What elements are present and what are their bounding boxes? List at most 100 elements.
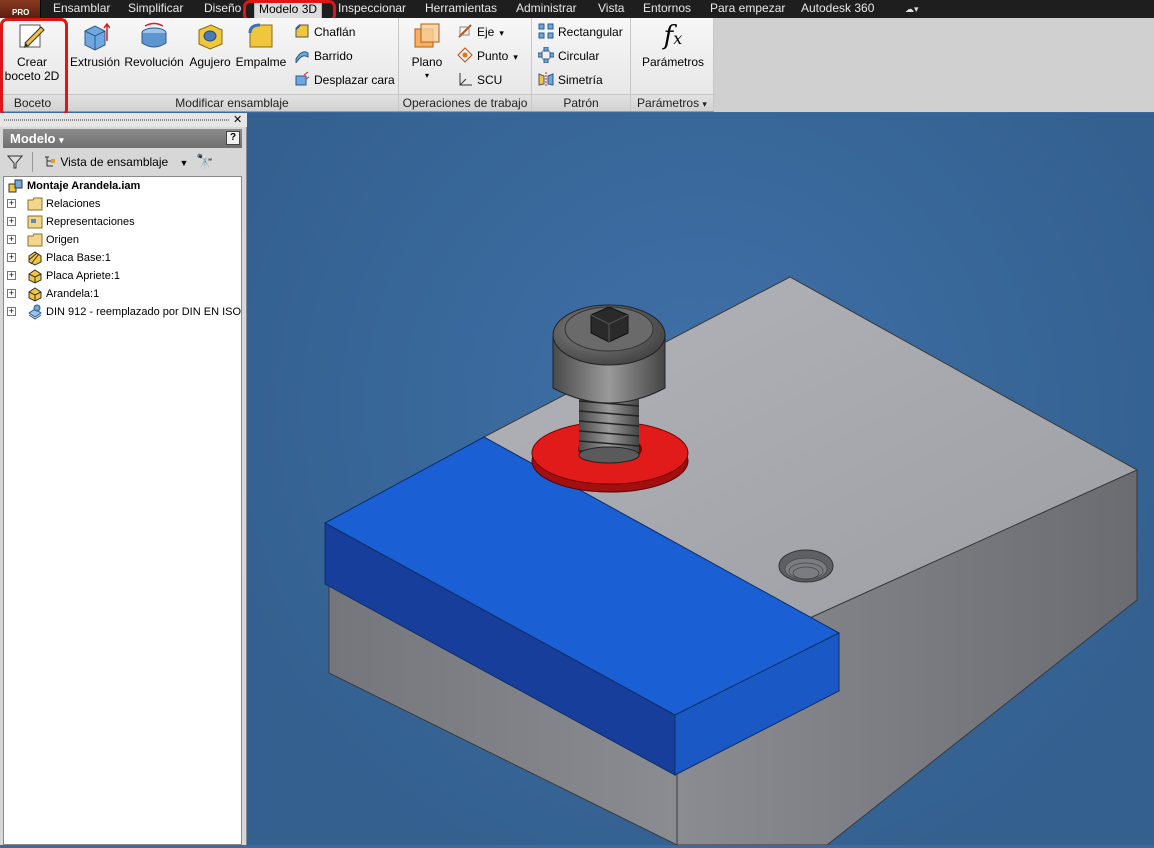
binoculars-find-icon[interactable]: 🔭 [196,153,213,170]
close-icon[interactable]: ✕ [233,113,242,127]
tab-herramientas[interactable]: Herramientas [425,0,497,18]
extrusion-button[interactable]: Extrusión [69,21,121,69]
scu-button[interactable]: SCU [457,71,502,89]
rectangular-label: Rectangular [558,25,623,39]
work-plane-icon [414,23,440,48]
expand-icon[interactable]: + [7,253,16,262]
barrido-button[interactable]: Barrido [294,47,353,65]
view-selector-label: Vista de ensamblaje [60,155,169,169]
punto-button[interactable]: Punto ▾ [457,47,518,65]
circular-pattern-icon [538,47,554,63]
tree-item-label: Arandela:1 [46,288,100,300]
panel-modificar-ensamblaje: Extrusión Revolución Agujero Empalme Cha… [66,18,399,111]
tab-simplificar[interactable]: Simplificar [128,0,183,18]
tree-item-din-912[interactable]: + DIN 912 - reemplazado por DIN EN ISO 4 [4,303,241,321]
menu-bar: PRO Ensamblar Simplificar Diseño Modelo … [0,0,1154,18]
expand-icon[interactable]: + [7,199,16,208]
threaded-hole[interactable] [778,549,834,583]
help-icon[interactable]: ? [226,131,240,145]
tree-item-relaciones[interactable]: + Relaciones [4,195,239,213]
parametros-btn-label: Parámetros [641,55,705,69]
tab-vista[interactable]: Vista [598,0,624,18]
revolucion-button[interactable]: Revolución [123,21,185,69]
operaciones-panel-label: Operaciones de trabajo [399,94,531,111]
plano-dropdown-icon[interactable]: ▾ [405,69,449,83]
simetria-button[interactable]: Simetría [538,71,603,89]
revolucion-label: Revolución [124,55,184,69]
tree-item-label: Placa Apriete:1 [46,270,120,282]
tab-ensamblar[interactable]: Ensamblar [53,0,110,18]
tab-para-empezar[interactable]: Para empezar [710,0,785,18]
tab-autodesk-360[interactable]: Autodesk 360 [801,0,874,18]
panel-operaciones-trabajo: Plano ▾ Eje ▾ Punto ▾ SCU Operaciones de t… [399,18,532,111]
ucs-icon [459,73,472,86]
grounded-part-icon [28,251,42,266]
patron-panel-label: Patrón [532,94,630,111]
agujero-label: Agujero [189,55,231,69]
simetria-label: Simetría [558,73,603,87]
view-dropdown-icon: ▼ [179,158,189,168]
eje-label: Eje [477,25,495,39]
panel-parametros: fx Parámetros Parámetros ▾ [631,18,714,111]
rectangular-pattern-icon [538,23,554,39]
filter-icon[interactable] [7,154,23,170]
plano-button[interactable]: Plano ▾ [405,21,449,83]
tree-item-placa-base[interactable]: + Placa Base:1 [4,249,239,267]
empalme-button[interactable]: Empalme [235,21,287,69]
scu-label: SCU [477,73,503,87]
boceto-highlight-annotation [0,18,68,117]
browser-titlebar: ✕ [0,113,247,127]
eje-button[interactable]: Eje ▾ [457,23,504,41]
revolve-icon [141,22,167,48]
function-fx-icon: fx [663,21,683,51]
work-axis-icon [458,24,472,38]
empalme-label: Empalme [235,55,287,69]
chevron-down-icon: ▾ [59,135,64,145]
tree-item-placa-apriete[interactable]: + Placa Apriete:1 [4,267,239,285]
eje-dropdown-icon[interactable]: ▾ [499,28,504,38]
view-selector[interactable]: Vista de ensamblaje ▼ [43,154,188,170]
modificar-panel-label: Modificar ensamblaje [66,94,398,111]
punto-dropdown-icon[interactable]: ▾ [513,52,518,62]
part-icon [28,269,42,284]
tree-item-label: Origen [46,234,80,246]
application-button[interactable]: PRO [0,0,41,18]
extrusion-icon [84,22,110,51]
rectangular-button[interactable]: Rectangular [538,23,623,41]
extrusion-label: Extrusión [69,55,121,69]
tree-item-label: Placa Base:1 [46,252,111,264]
expand-icon[interactable]: + [7,307,16,316]
folder-icon [27,197,43,211]
expand-icon[interactable]: + [7,271,16,280]
agujero-button[interactable]: Agujero [187,21,233,69]
expand-icon[interactable]: + [7,289,16,298]
parametros-button[interactable]: fx Parámetros [637,21,709,69]
browser-header[interactable]: Modelo ▾? [3,129,242,148]
tab-diseno[interactable]: Diseño [204,0,241,18]
desplazar-cara-button[interactable]: Desplazar cara [294,71,395,89]
assembly-view-icon [45,156,55,167]
expand-icon[interactable]: + [7,217,16,226]
tab-entornos[interactable]: Entornos [643,0,691,18]
browser-grip[interactable] [4,119,229,121]
parametros-panel-label[interactable]: Parámetros ▾ [631,94,713,111]
tab-administrar[interactable]: Administrar [516,0,577,18]
chaflan-label: Chaflán [314,25,356,39]
tree-item-representaciones[interactable]: + Representaciones [4,213,239,231]
expand-icon[interactable]: + [7,235,16,244]
browser-title: Modelo [10,131,56,146]
tab-inspeccionar[interactable]: Inspeccionar [338,0,406,18]
tree-item-origen[interactable]: + Origen [4,231,239,249]
circular-button[interactable]: Circular [538,47,599,65]
folder-icon [27,233,43,247]
browser-toolbar: Vista de ensamblaje ▼ 🔭 [3,151,242,173]
fillet-icon [248,23,273,48]
punto-label: Punto [477,49,509,63]
graphics-viewport[interactable] [247,113,1154,846]
toolbar-separator [32,152,33,172]
chaflan-button[interactable]: Chaflán [294,23,355,41]
cloud-dropdown-icon[interactable]: ☁▾ [905,4,925,14]
representations-icon [27,215,43,229]
assembly-3d-model [323,276,1139,846]
tree-item-arandela[interactable]: + Arandela:1 [4,285,239,303]
